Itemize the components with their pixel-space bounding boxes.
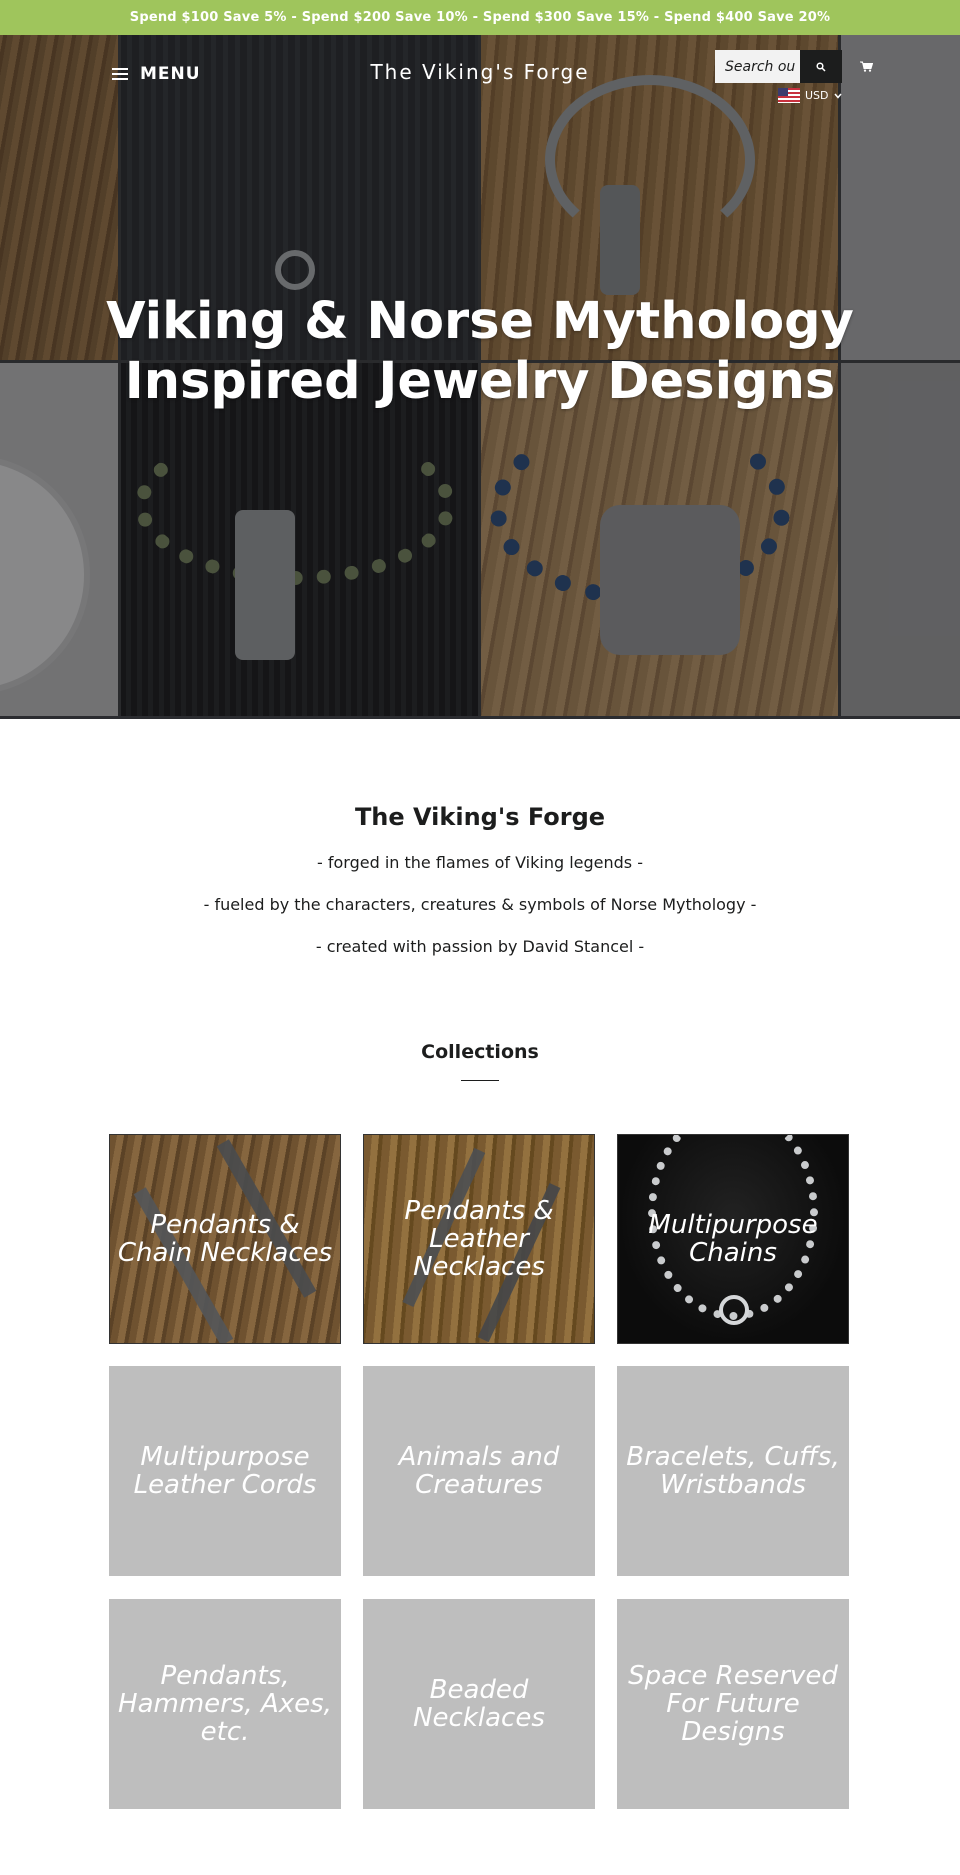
- collection-card[interactable]: Multipurpose Leather Cords: [109, 1366, 341, 1576]
- collection-card[interactable]: Pendants, Hammers, Axes, etc.: [109, 1599, 341, 1809]
- collection-label: Multipurpose Leather Cords: [133, 1442, 317, 1500]
- collection-label: Beaded Necklaces: [413, 1675, 545, 1733]
- collection-card[interactable]: Multipurpose Chains: [617, 1134, 849, 1344]
- collection-card[interactable]: Pendants & Chain Necklaces: [109, 1134, 341, 1344]
- search-icon: [816, 61, 826, 72]
- about-title: The Viking's Forge: [354, 803, 606, 831]
- about-line: - forged in the flames of Viking legends…: [317, 853, 643, 872]
- announcement-text: Spend $100 Save 5% - Spend $200 Save 10%…: [129, 10, 831, 25]
- collection-card[interactable]: Space Reserved For Future Designs: [617, 1599, 849, 1809]
- about-line: - created with passion by David Stancel …: [315, 937, 645, 956]
- hero-bottom-border: [0, 716, 960, 719]
- collections-title: Collections: [421, 1041, 539, 1063]
- chevron-down-icon: [833, 93, 842, 99]
- collection-card[interactable]: Pendants & Leather Necklaces: [363, 1134, 595, 1344]
- menu-label: MENU: [140, 64, 201, 84]
- us-flag-icon: [778, 88, 800, 103]
- search-button[interactable]: [800, 50, 842, 83]
- collection-label: Pendants & Leather Necklaces: [404, 1196, 554, 1282]
- about-line: - fueled by the characters, creatures & …: [203, 895, 757, 914]
- currency-selector[interactable]: USD: [778, 88, 842, 103]
- collection-label: Multipurpose Chains: [648, 1210, 818, 1268]
- collection-label: Bracelets, Cuffs, Wristbands: [626, 1442, 840, 1500]
- chain-ring-image: [719, 1295, 749, 1325]
- announcement-bar: Spend $100 Save 5% - Spend $200 Save 10%…: [0, 0, 960, 35]
- currency-label: USD: [805, 89, 829, 102]
- collection-card[interactable]: Beaded Necklaces: [363, 1599, 595, 1809]
- collection-label: Space Reserved For Future Designs: [628, 1661, 838, 1747]
- collection-label: Animals and Creatures: [398, 1442, 560, 1500]
- collection-label: Pendants & Chain Necklaces: [117, 1210, 333, 1268]
- collection-card[interactable]: Bracelets, Cuffs, Wristbands: [617, 1366, 849, 1576]
- collections-divider: [461, 1080, 499, 1081]
- menu-button[interactable]: MENU: [112, 64, 201, 84]
- cart-button[interactable]: [855, 56, 877, 76]
- collection-card[interactable]: Animals and Creatures: [363, 1366, 595, 1576]
- hero-heading: Viking & Norse Mythology Inspired Jewelr…: [106, 292, 854, 411]
- collection-label: Pendants, Hammers, Axes, etc.: [118, 1661, 332, 1747]
- cart-icon: [859, 61, 873, 72]
- site-title-link[interactable]: The Viking's Forge: [330, 60, 630, 84]
- hamburger-icon: [112, 68, 128, 80]
- search-input[interactable]: [715, 50, 800, 83]
